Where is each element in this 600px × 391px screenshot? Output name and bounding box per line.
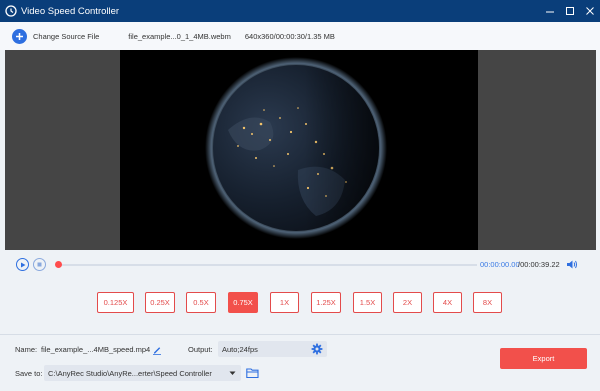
stop-button[interactable] bbox=[33, 258, 46, 271]
output-format-field[interactable]: Auto;24fps bbox=[218, 341, 327, 357]
save-path-value: C:\AnyRec Studio\AnyRe...erter\Speed Con… bbox=[48, 368, 212, 378]
output-file-name: file_example_...4MB_speed.mp4 bbox=[41, 345, 151, 354]
chevron-down-icon bbox=[229, 371, 236, 375]
speed-option[interactable]: 0.25X bbox=[145, 292, 175, 313]
speed-option[interactable]: 1.5X bbox=[353, 292, 382, 313]
source-file-info: 640x360/00:00:30/1.35 MB bbox=[244, 31, 335, 41]
video-frame bbox=[120, 50, 478, 250]
earth-image bbox=[205, 57, 387, 239]
speed-option[interactable]: 1X bbox=[270, 292, 299, 313]
source-file-name: file_example...0_1_4MB.webm bbox=[128, 31, 231, 41]
speed-option[interactable]: 0.125X bbox=[97, 292, 134, 313]
edit-icon[interactable] bbox=[152, 345, 162, 355]
output-format-value: Auto;24fps bbox=[222, 344, 258, 354]
plus-icon bbox=[16, 32, 23, 40]
play-button[interactable] bbox=[16, 258, 29, 271]
total-time: /00:00:39.22 bbox=[518, 260, 560, 269]
name-label: Name: bbox=[15, 345, 38, 354]
maximize-button[interactable] bbox=[560, 0, 580, 22]
stop-icon bbox=[37, 262, 42, 267]
video-player bbox=[5, 50, 596, 250]
progress-track[interactable] bbox=[57, 264, 477, 266]
save-to-label: Save to: bbox=[15, 369, 43, 378]
speed-options: 0.125X 0.25X 0.5X 0.75X 1X 1.25X 1.5X 2X… bbox=[0, 292, 600, 314]
window-title: Video Speed Controller bbox=[21, 5, 120, 17]
minimize-icon bbox=[546, 11, 554, 13]
close-icon bbox=[586, 7, 594, 15]
gear-icon[interactable] bbox=[311, 343, 323, 355]
maximize-icon bbox=[566, 7, 574, 15]
save-path-field[interactable]: C:\AnyRec Studio\AnyRe...erter\Speed Con… bbox=[44, 365, 241, 381]
progress-handle[interactable] bbox=[55, 261, 62, 268]
playback-bar: 00:00:00.00 /00:00:39.22 bbox=[0, 250, 600, 280]
current-time: 00:00:00.00 bbox=[480, 260, 520, 269]
export-button[interactable]: Export bbox=[500, 348, 587, 369]
play-icon bbox=[20, 262, 25, 267]
folder-icon bbox=[246, 368, 259, 379]
save-path-dropdown[interactable] bbox=[224, 365, 241, 381]
speed-option[interactable]: 0.5X bbox=[186, 292, 216, 313]
close-button[interactable] bbox=[580, 0, 600, 22]
speed-option[interactable]: 1.25X bbox=[311, 292, 341, 313]
open-folder-button[interactable] bbox=[246, 366, 259, 384]
output-label: Output: bbox=[188, 345, 213, 354]
source-bar: Change Source File file_example...0_1_4M… bbox=[0, 22, 600, 50]
add-file-button[interactable] bbox=[12, 28, 27, 44]
speed-option-selected[interactable]: 0.75X bbox=[228, 292, 258, 313]
app-logo-icon bbox=[5, 5, 17, 17]
speed-option[interactable]: 8X bbox=[473, 292, 502, 313]
divider bbox=[0, 334, 600, 335]
speed-option[interactable]: 4X bbox=[433, 292, 462, 313]
change-source-link[interactable]: Change Source File bbox=[33, 32, 99, 41]
title-bar: Video Speed Controller bbox=[0, 0, 600, 22]
minimize-button[interactable] bbox=[540, 0, 560, 22]
volume-icon[interactable] bbox=[566, 259, 578, 270]
speed-option[interactable]: 2X bbox=[393, 292, 422, 313]
